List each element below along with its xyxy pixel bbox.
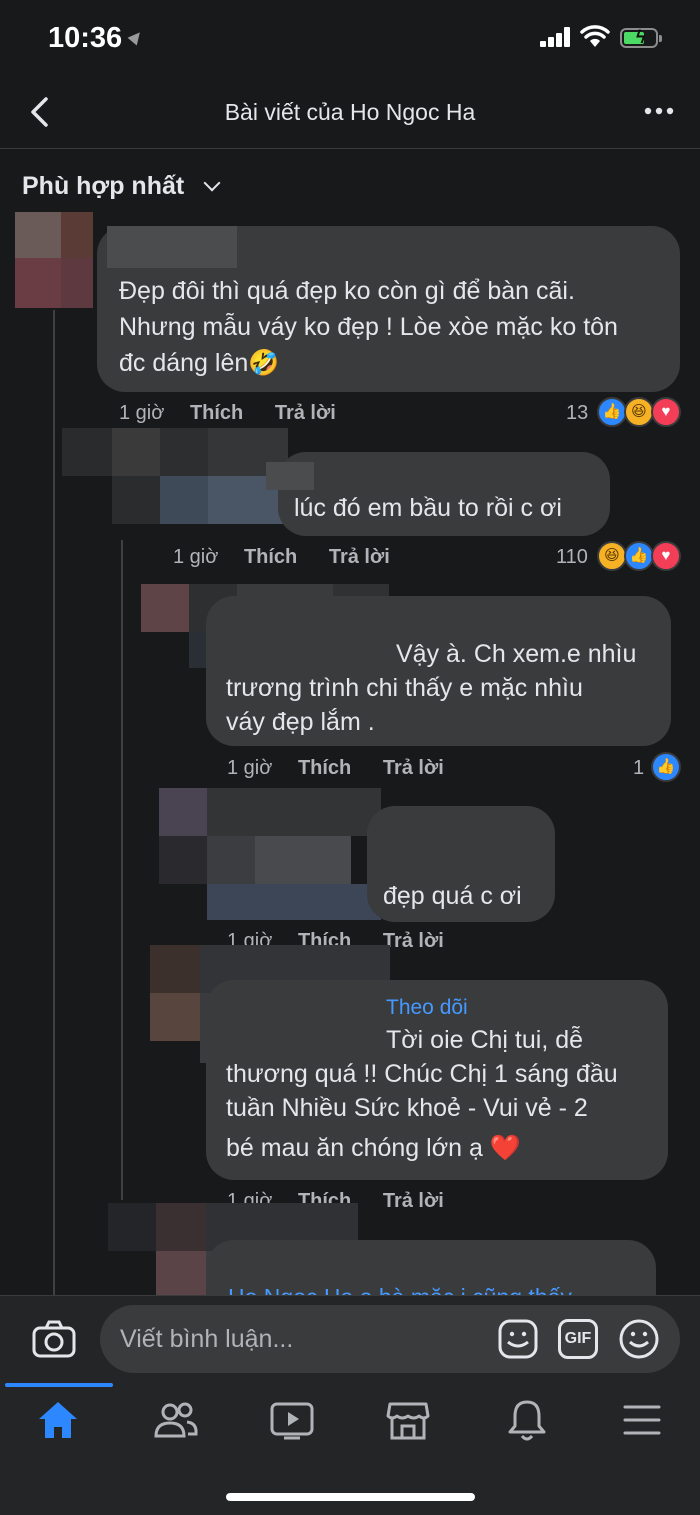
like-button[interactable]: Thích <box>190 402 243 424</box>
reply-button[interactable]: Trả lời <box>383 930 444 952</box>
love-reaction-icon: ♥ <box>651 541 681 571</box>
wifi-icon <box>580 25 610 47</box>
comment-bubble[interactable]: đẹp quá c ơi <box>367 806 555 922</box>
status-time: 10:36 <box>48 22 123 54</box>
thread-line <box>121 540 123 1200</box>
like-button[interactable]: Thích <box>298 757 351 779</box>
avatar <box>159 788 381 920</box>
composer-divider <box>0 1295 700 1296</box>
header-divider <box>0 148 700 149</box>
comment-text: thương quá !! Chúc Chị 1 sáng đầu <box>226 1060 618 1088</box>
avatar <box>62 428 292 524</box>
gif-label: GIF <box>564 1330 592 1347</box>
marketplace-icon[interactable] <box>386 1400 430 1442</box>
emoji-icon[interactable] <box>618 1318 660 1360</box>
comment-text: Tời oie Chị tui, dễ <box>386 1026 584 1054</box>
notifications-icon[interactable] <box>507 1398 547 1442</box>
comment-bubble[interactable]: lúc đó em bầu to rồi c ơi <box>266 452 610 536</box>
menu-icon[interactable] <box>623 1404 661 1436</box>
comment-time: 1 giờ <box>173 546 219 568</box>
watch-icon[interactable] <box>270 1402 314 1440</box>
nav-active-indicator <box>5 1383 113 1387</box>
gif-button[interactable]: GIF <box>558 1319 598 1359</box>
more-options-icon[interactable] <box>644 106 674 116</box>
comment-text: đẹp quá c ơi <box>383 882 522 910</box>
comment-input-placeholder[interactable]: Viết bình luận... <box>120 1325 293 1354</box>
camera-icon[interactable] <box>32 1320 76 1358</box>
reaction-count[interactable]: 1 <box>633 757 644 780</box>
page-title: Bài viết của Ho Ngoc Ha <box>224 99 476 125</box>
comment-time: 1 giờ <box>119 402 165 424</box>
comment-text: váy đẹp lắm . <box>226 708 375 736</box>
home-icon[interactable] <box>37 1400 79 1440</box>
reply-button[interactable]: Trả lời <box>383 1190 444 1212</box>
comment-bubble[interactable]: Theo dõi Tời oie Chị tui, dễ thương quá … <box>206 980 668 1180</box>
reply-button[interactable]: Trả lời <box>329 546 390 568</box>
sort-filter[interactable]: Phù hợp nhất <box>22 172 184 201</box>
reply-button[interactable]: Trả lời <box>383 757 444 779</box>
comment-bubble[interactable]: Đẹp đôi thì quá đẹp ko còn gì để bàn cãi… <box>97 226 680 392</box>
comment-time: 1 giờ <box>227 757 273 779</box>
thread-line <box>53 310 55 1295</box>
love-reaction-icon: ♥ <box>651 397 681 427</box>
reaction-count[interactable]: 110 <box>556 546 588 569</box>
haha-reaction-icon: 😆 <box>597 541 627 571</box>
comment-text: bé mau ăn chóng lớn ạ ❤️ <box>226 1134 521 1162</box>
like-button[interactable]: Thích <box>244 546 297 568</box>
comment-text: đc dáng lên🤣 <box>119 349 280 377</box>
cellular-signal-icon <box>540 27 570 47</box>
comment-text: tuần Nhiều Sức khoẻ - Vui vẻ - 2 <box>226 1094 588 1122</box>
like-reaction-icon: 👍 <box>597 397 627 427</box>
comment-text: Đẹp đôi thì quá đẹp ko còn gì để bàn cãi… <box>119 277 575 305</box>
friends-icon[interactable] <box>153 1400 199 1440</box>
chevron-down-icon[interactable] <box>203 174 221 192</box>
comment-text: lúc đó em bầu to rồi c ơi <box>294 494 562 522</box>
follow-link[interactable]: Theo dõi <box>386 996 468 1020</box>
sticker-icon[interactable] <box>497 1318 539 1360</box>
comment-text: Vậy à. Ch xem.e nhìu <box>396 640 637 668</box>
reaction-count[interactable]: 13 <box>566 402 588 425</box>
haha-reaction-icon: 😆 <box>624 397 654 427</box>
comment-bubble[interactable]: Vậy à. Ch xem.e nhìu trương trình chi th… <box>206 596 671 746</box>
comment-text: Nhưng mẫu váy ko đẹp ! Lòe xòe mặc ko tô… <box>119 313 618 341</box>
reply-button[interactable]: Trả lời <box>275 402 336 424</box>
location-icon <box>127 28 145 46</box>
like-reaction-icon: 👍 <box>624 541 654 571</box>
commenter-name <box>107 226 237 268</box>
comment-text: trương trình chi thấy e mặc nhìu <box>226 674 583 702</box>
avatar <box>15 212 93 308</box>
battery-icon: ϟ <box>620 27 662 48</box>
like-reaction-icon: 👍 <box>651 752 681 782</box>
home-indicator <box>226 1493 475 1501</box>
commenter-name <box>266 462 314 490</box>
